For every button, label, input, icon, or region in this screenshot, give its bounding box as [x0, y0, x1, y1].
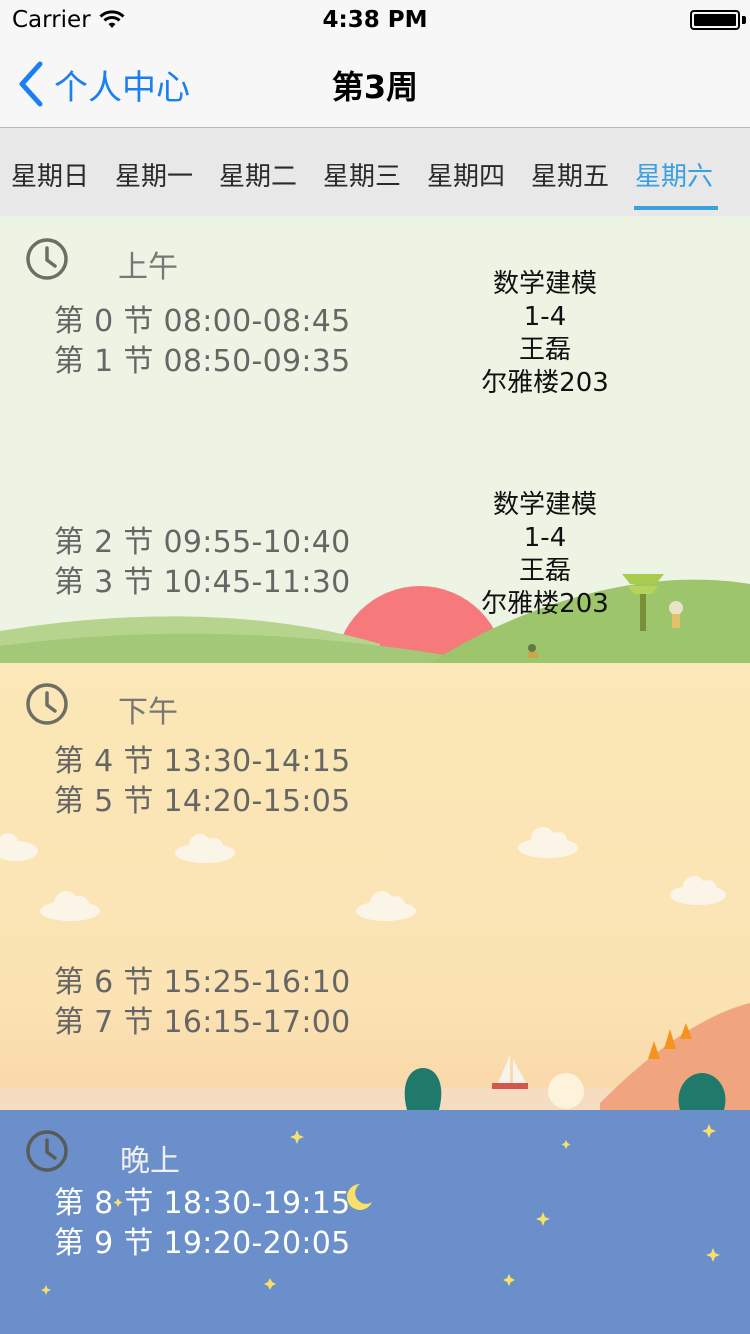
course-teacher: 王磊	[518, 556, 571, 586]
period-1: 第 1 节 08:50-09:35	[54, 344, 351, 379]
course-room: 尔雅楼203	[481, 368, 609, 398]
afternoon-landscape	[0, 663, 750, 1110]
day-tab-bar: 星期日 星期一 星期二 星期三 星期四 星期五 星期六	[0, 128, 750, 216]
course-name: 数学建模	[492, 490, 597, 520]
period-5: 第 5 节 14:20-15:05	[54, 784, 351, 819]
page-title: 第3周	[331, 68, 419, 106]
navigation-bar: 个人中心 第3周	[0, 40, 750, 128]
section-label: 上午	[118, 250, 178, 285]
tab-sunday[interactable]: 星期日	[11, 156, 89, 193]
course-weeks: 1-4	[523, 523, 567, 553]
period-4: 第 4 节 13:30-14:15	[54, 744, 351, 779]
course-room: 尔雅楼203	[481, 589, 609, 619]
period-7: 第 7 节 16:15-17:00	[54, 1005, 351, 1040]
tab-thursday[interactable]: 星期四	[427, 156, 505, 193]
tab-saturday[interactable]: 星期六	[635, 156, 713, 193]
period-0: 第 0 节 08:00-08:45	[54, 304, 351, 339]
clock-icon	[26, 683, 68, 725]
course-teacher: 王磊	[518, 335, 571, 365]
afternoon-section: 下午 第 4 节 13:30-14:15 第 5 节 14:20-15:05 第…	[0, 663, 750, 1110]
course-card[interactable]: 数学建模 1-4 王磊 尔雅楼203	[440, 489, 650, 621]
morning-section: 上午 第 0 节 08:00-08:45 第 1 节 08:50-09:35 第…	[0, 216, 750, 663]
period-8: 第 8 节 18:30-19:15	[54, 1186, 351, 1221]
evening-section: 晚上 第 8 节 18:30-19:15 第 9 节 19:20-20:05	[0, 1110, 750, 1334]
clock-icon	[26, 1130, 68, 1172]
period-6: 第 6 节 15:25-16:10	[54, 965, 351, 1000]
section-label: 下午	[118, 695, 178, 730]
clock-icon	[26, 238, 68, 280]
active-tab-indicator	[634, 206, 718, 210]
course-card[interactable]: 数学建模 1-4 王磊 尔雅楼203	[440, 268, 650, 400]
period-3: 第 3 节 10:45-11:30	[54, 565, 351, 600]
course-name: 数学建模	[492, 269, 597, 299]
section-label: 晚上	[120, 1144, 180, 1179]
tab-friday[interactable]: 星期五	[531, 156, 609, 193]
tab-monday[interactable]: 星期一	[115, 156, 193, 193]
period-9: 第 9 节 19:20-20:05	[54, 1226, 351, 1261]
tab-tuesday[interactable]: 星期二	[219, 156, 297, 193]
tab-wednesday[interactable]: 星期三	[323, 156, 401, 193]
status-bar: Carrier 4:38 PM	[0, 0, 750, 40]
course-weeks: 1-4	[523, 302, 567, 332]
period-2: 第 2 节 09:55-10:40	[54, 525, 351, 560]
status-time: 4:38 PM	[322, 7, 428, 33]
battery-icon	[690, 10, 740, 30]
